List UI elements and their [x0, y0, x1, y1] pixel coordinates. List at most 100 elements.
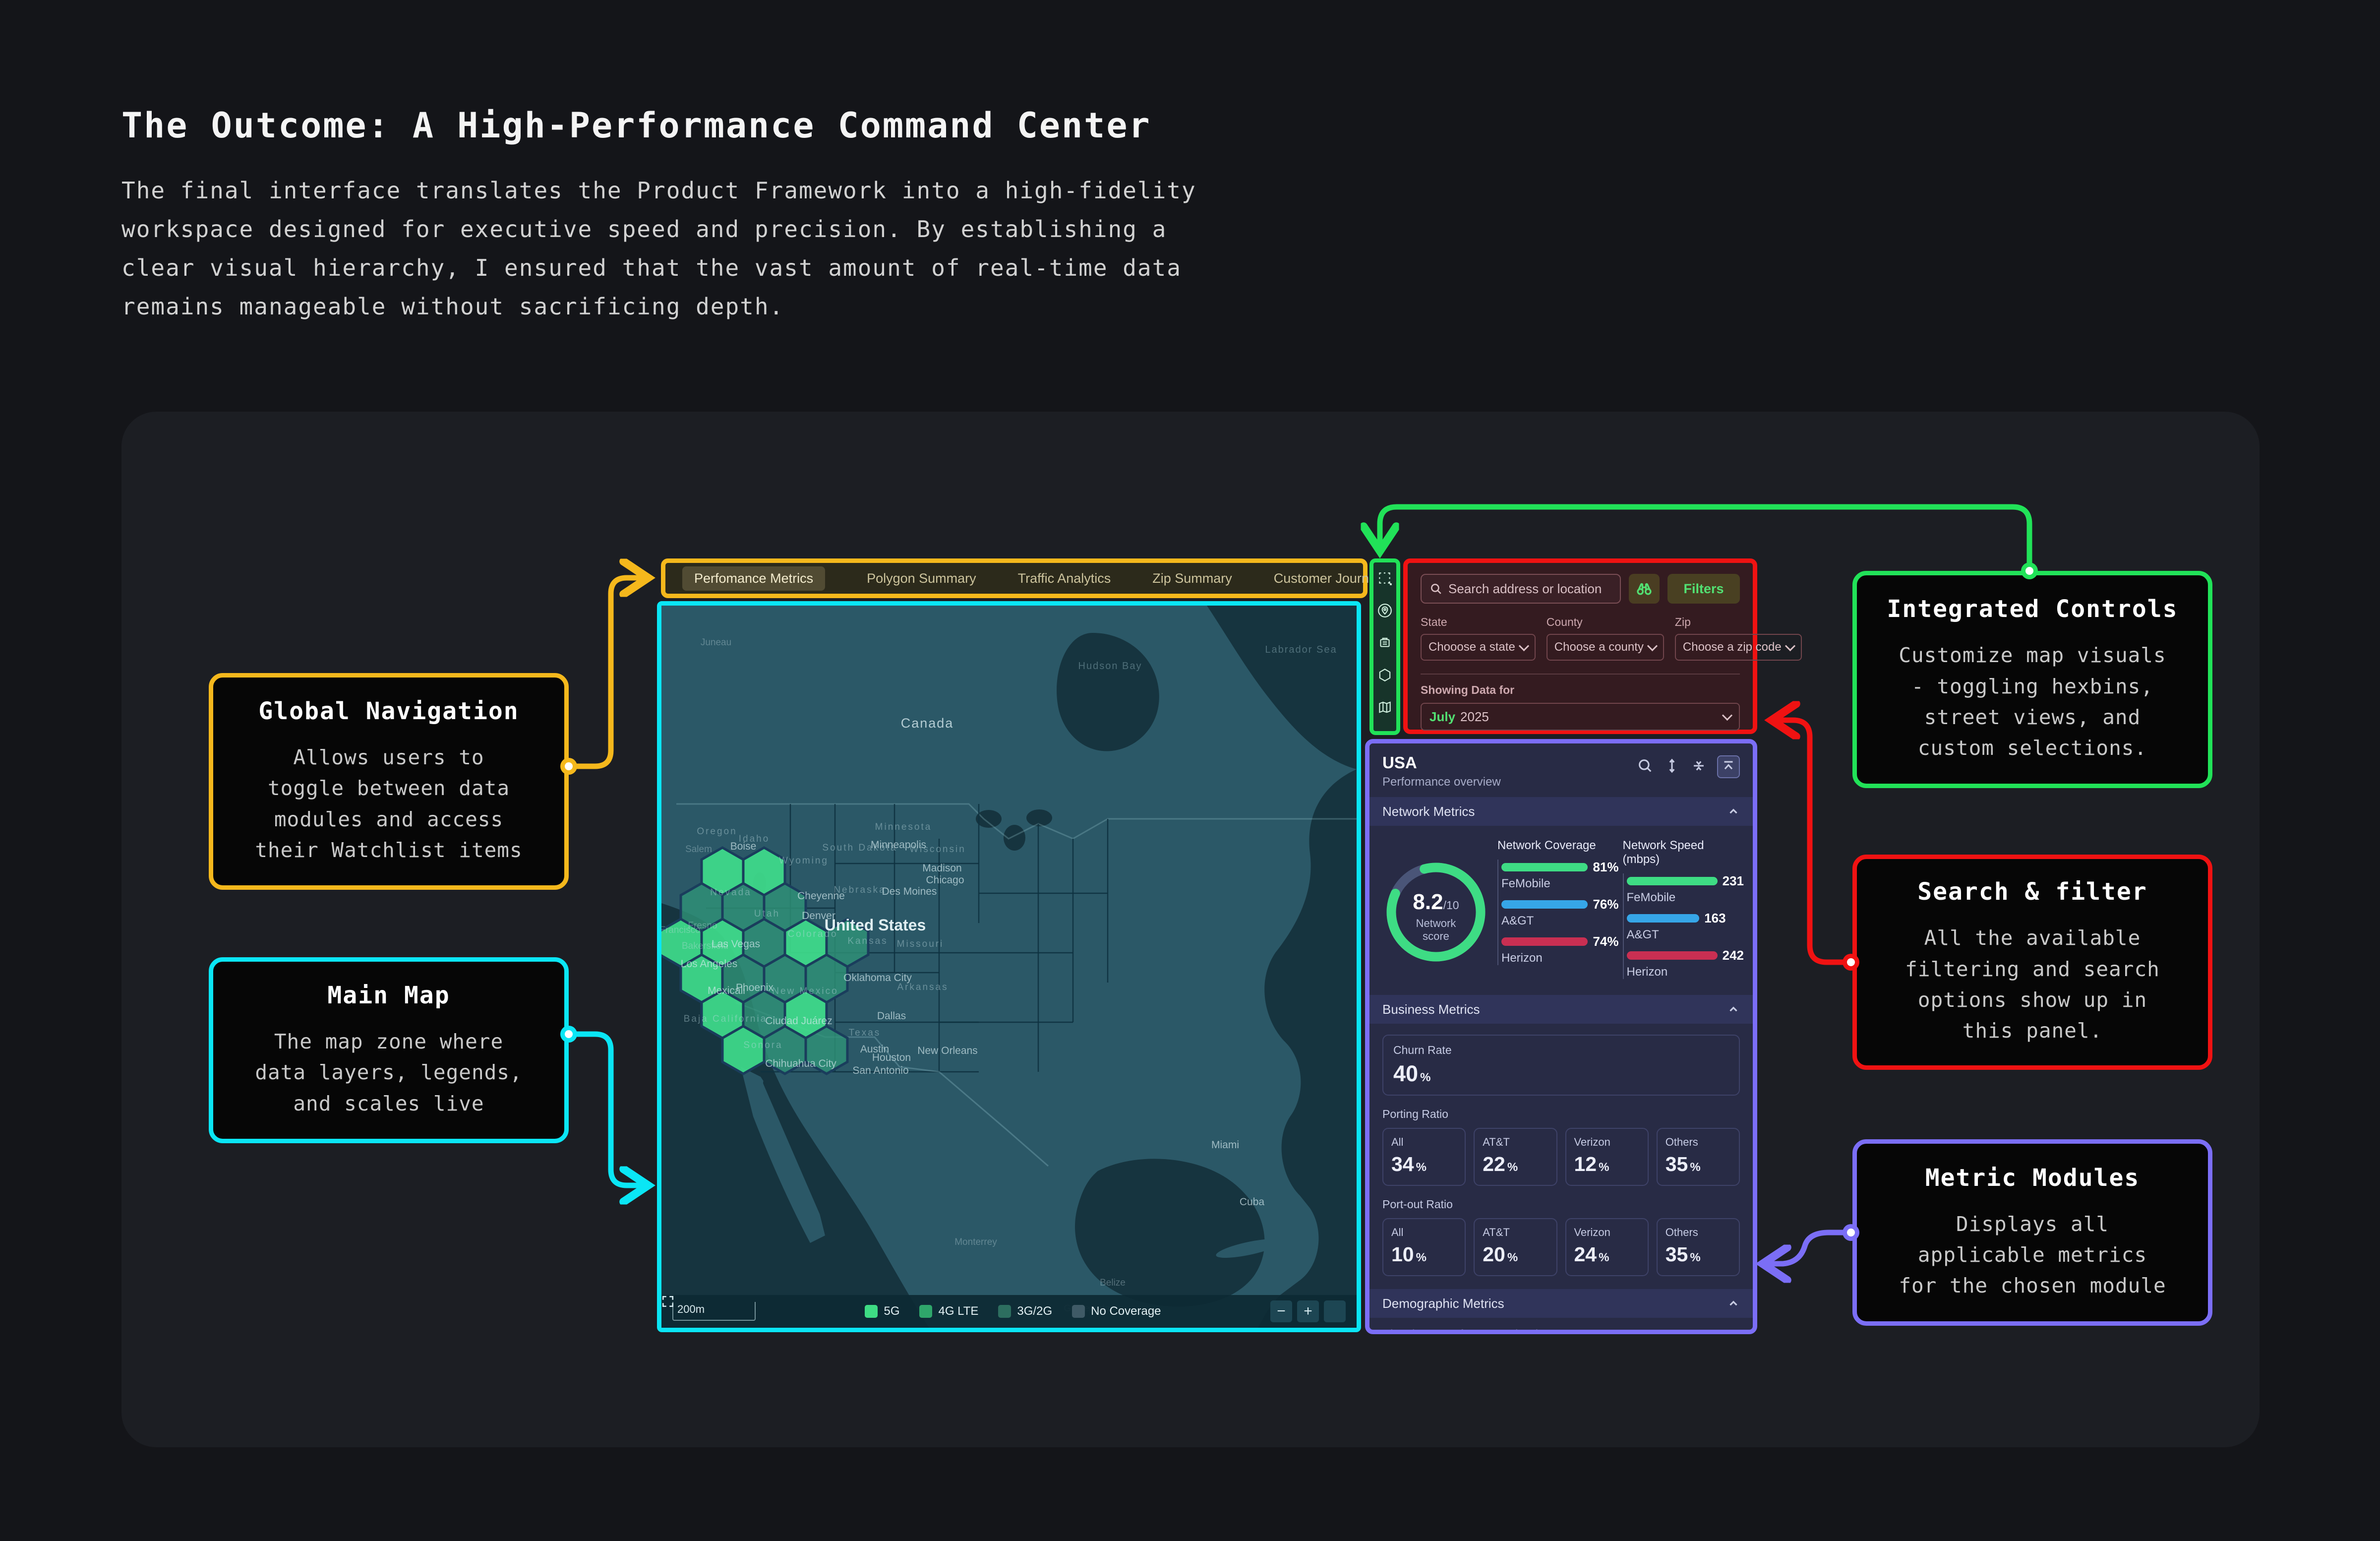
ratio-card-others: Others35% [1657, 1218, 1740, 1276]
ratio-card-verizon: Verizon24% [1565, 1218, 1649, 1276]
chevron-down-icon [1722, 710, 1732, 720]
map-label: Nebraska [833, 885, 886, 895]
state-select[interactable]: Chooose a state [1421, 634, 1536, 661]
hexbin-icon[interactable] [1377, 667, 1393, 685]
map-label: Utah [754, 909, 780, 919]
callout-body: All the available filtering and search o… [1905, 923, 2160, 1046]
bar-row: 74%Herizon [1501, 934, 1619, 965]
section-network-metrics[interactable]: Network Metrics [1369, 797, 1753, 826]
filters-button[interactable]: Filters [1667, 574, 1740, 604]
ratio-card-all: All34% [1382, 1128, 1466, 1186]
map-label: Canada [901, 716, 954, 731]
map-label: Colorado [787, 929, 837, 939]
chart-title: Network Speed (mbps) [1623, 839, 1744, 866]
chevron-down-icon [1519, 640, 1529, 651]
fullscreen-icon [661, 1295, 674, 1308]
tab-traffic-analytics[interactable]: Traffic Analytics [1018, 571, 1111, 586]
bar-row: 242Herizon [1627, 948, 1744, 979]
ratio-card-all: All10% [1382, 1218, 1466, 1276]
callout-search-filter: Search & filter All the available filter… [1852, 855, 2212, 1070]
map-legend: 5G4G LTE3G/2GNo Coverage [865, 1304, 1161, 1318]
period-select[interactable]: July2025 [1421, 703, 1740, 731]
map-label: Madison [922, 863, 961, 874]
callout-title: Main Map [327, 982, 450, 1009]
map-label: Arkansas [897, 982, 948, 992]
porting-ratio-label: Porting Ratio [1382, 1108, 1740, 1121]
section-demographic-metrics[interactable]: Demographic Metrics [1369, 1289, 1753, 1318]
legend-item: No Coverage [1072, 1304, 1161, 1318]
callout-integrated-controls: Integrated Controls Customize map visual… [1852, 571, 2212, 788]
field-label: County [1547, 616, 1664, 629]
zoom-out-button[interactable]: − [1270, 1300, 1292, 1322]
page-title: The Outcome: A High-Performance Command … [121, 105, 1151, 146]
svg-text:score: score [1423, 930, 1449, 942]
section-label: Network Metrics [1382, 804, 1475, 819]
map-tool-strip [1369, 558, 1400, 735]
svg-text:8.2/10: 8.2/10 [1413, 890, 1459, 914]
section-label: Demographic Metrics [1382, 1296, 1504, 1311]
zoom-in-button[interactable]: + [1297, 1300, 1319, 1322]
churn-unit: % [1420, 1071, 1430, 1084]
panel-header-icons [1637, 755, 1740, 778]
callout-main-map: Main Map The map zone where data layers,… [209, 957, 569, 1143]
map-label: Des Moines [882, 886, 937, 897]
global-navigation-tabbar: Perfomance Metrics Polygon Summary Traffic… [661, 558, 1368, 598]
bar-row: 163A&GT [1627, 911, 1744, 942]
chart-title: Network Coverage [1497, 839, 1619, 853]
tab-perfomance-metrics[interactable]: Perfomance Metrics [682, 566, 825, 591]
location-pin-icon[interactable] [1377, 603, 1393, 621]
map-label: San Francisco [661, 925, 701, 935]
search-filter-panel: Search address or location Filters State… [1403, 558, 1757, 734]
chevron-up-icon [1727, 805, 1740, 818]
callout-body: Displays all applicable metrics for the … [1899, 1209, 2166, 1301]
expand-vertical-icon[interactable] [1664, 757, 1680, 777]
bar-row: 76%A&GT [1501, 897, 1619, 928]
collapse-vertical-icon[interactable] [1690, 757, 1707, 777]
select-value: Choose a zip code [1683, 640, 1782, 654]
section-label: Business Metrics [1382, 1002, 1480, 1017]
select-value: Choose a county [1554, 640, 1644, 654]
ratio-card-verizon: Verizon12% [1565, 1128, 1649, 1186]
usa-metrics-panel: USA Performance overview Network Metrics… [1365, 739, 1757, 1334]
select-area-icon[interactable] [1377, 570, 1393, 589]
network-speed-chart: Network Speed (mbps) 231FeMobile163A&GT2… [1623, 839, 1744, 985]
panel-title: USA [1382, 753, 1501, 772]
churn-rate-card: Churn Rate 40% [1382, 1035, 1740, 1096]
callout-body: Customize map visuals - toggling hexbins… [1899, 640, 2166, 763]
tab-customer-journey[interactable]: Customer Journey [1274, 571, 1383, 586]
callout-title: Integrated Controls [1887, 595, 2178, 623]
map-icon[interactable] [1377, 699, 1393, 718]
map-label: Chihuahua City [765, 1058, 836, 1069]
ratio-card-at&t: AT&T22% [1474, 1128, 1557, 1186]
field-label: State [1421, 616, 1536, 629]
collapse-top-icon[interactable] [1717, 755, 1740, 778]
fullscreen-button[interactable] [1324, 1300, 1346, 1322]
tab-zip-summary[interactable]: Zip Summary [1152, 571, 1232, 586]
map-label: San Antonio [852, 1065, 908, 1076]
network-coverage-chart: Network Coverage 81%FeMobile76%A&GT74%He… [1497, 839, 1619, 985]
map-label: Monterrey [954, 1237, 997, 1247]
section-business-metrics[interactable]: Business Metrics [1369, 995, 1753, 1024]
zip-select[interactable]: Choose a zip code [1675, 634, 1802, 661]
map-scale: 200m [672, 1302, 756, 1321]
map-label: Chicago [926, 874, 964, 886]
main-map[interactable]: CanadaUnited StatesHudson BayLabrador Se… [657, 601, 1361, 1332]
explore-button[interactable] [1629, 574, 1660, 604]
callout-title: Metric Modules [1925, 1164, 2140, 1192]
callout-body: The map zone where data layers, legends,… [255, 1026, 522, 1119]
legend-item: 4G LTE [919, 1304, 978, 1318]
map-label: New Mexico [772, 986, 838, 996]
county-select[interactable]: Choose a county [1547, 634, 1664, 661]
map-canvas: CanadaUnited StatesHudson BayLabrador Se… [661, 606, 1357, 1328]
street-view-icon[interactable] [1377, 635, 1393, 653]
search-icon[interactable] [1637, 757, 1654, 777]
map-label: Los Angeles [681, 958, 737, 970]
tab-polygon-summary[interactable]: Polygon Summary [867, 571, 976, 586]
churn-label: Churn Rate [1393, 1044, 1729, 1057]
map-label: Denver [802, 910, 835, 922]
chevron-down-icon [1647, 640, 1658, 651]
period-month: July [1429, 709, 1455, 724]
binoculars-icon [1636, 580, 1653, 597]
search-input[interactable]: Search address or location [1421, 574, 1621, 604]
map-label: Houston [872, 1052, 911, 1063]
